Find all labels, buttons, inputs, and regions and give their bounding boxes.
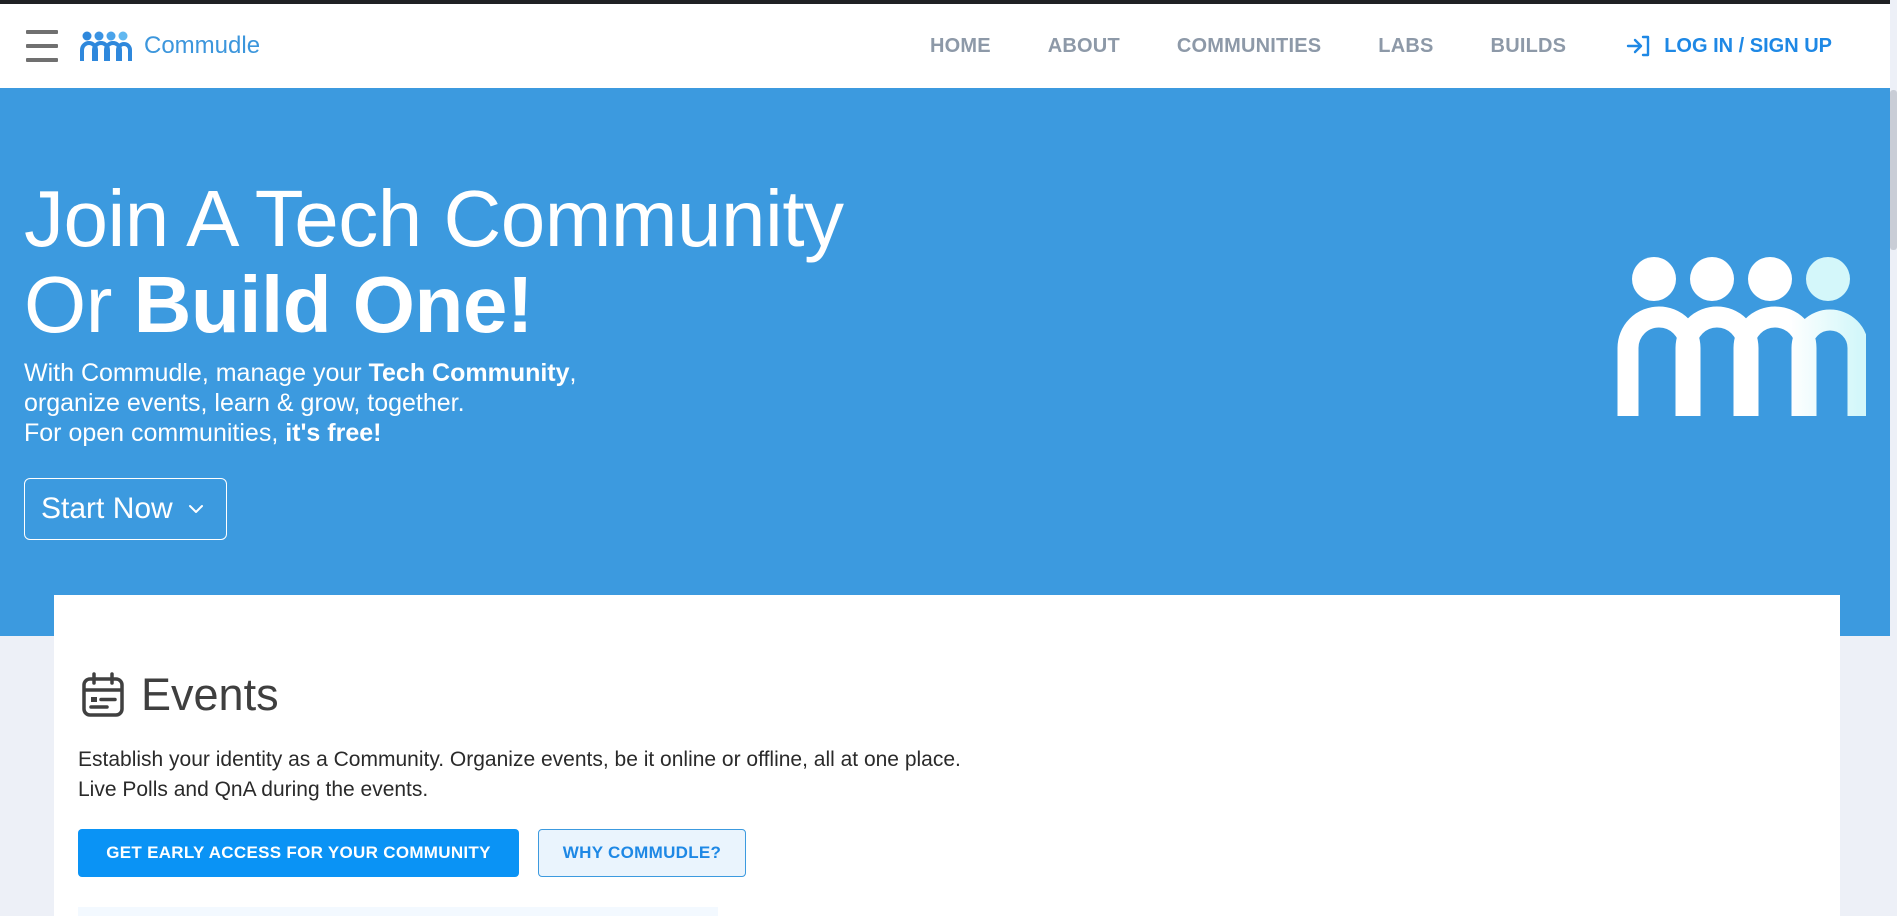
hamburger-menu-icon[interactable] (26, 30, 62, 62)
nav-about[interactable]: ABOUT (1048, 35, 1120, 58)
hero-title-line2-bold: Build One! (133, 260, 534, 349)
hero-sub-line3-bold: it's free! (285, 419, 382, 447)
commudle-logo-icon (80, 31, 132, 61)
start-now-dropdown-button[interactable]: Start Now (24, 478, 227, 540)
hero-sub-line1-suffix: , (569, 359, 577, 387)
hero-title: Join A Tech Community Or Build One! (24, 176, 844, 348)
page: Commudle HOME ABOUT COMMUNITIES LABS BUI… (0, 0, 1897, 916)
login-arrow-icon (1627, 35, 1650, 57)
events-description: Establish your identity as a Community. … (78, 745, 961, 805)
commudle-hero-logo-icon (1617, 257, 1866, 416)
events-card: Events Establish your identity as a Comm… (54, 595, 1840, 916)
brand-link[interactable]: Commudle (80, 30, 260, 62)
events-title: Events (141, 669, 279, 720)
nav-communities[interactable]: COMMUNITIES (1177, 35, 1321, 58)
main-nav: HOME ABOUT COMMUNITIES LABS BUILDS LOG I… (873, 4, 1832, 88)
nav-builds[interactable]: BUILDS (1491, 35, 1567, 58)
menu-bar (26, 44, 58, 48)
events-text-line2: Live Polls and QnA during the events. (78, 778, 429, 801)
get-early-access-button[interactable]: GET EARLY ACCESS FOR YOUR COMMUNITY (78, 829, 519, 877)
hero-sub-line3-prefix: For open communities, (24, 419, 286, 447)
brand-name: Commudle (144, 32, 261, 59)
login-signup-label: LOG IN / SIGN UP (1664, 34, 1832, 57)
hero-sub-line1-bold: Tech Community (368, 359, 570, 387)
start-now-label: Start Now (41, 492, 173, 525)
card-bottom-strip (78, 907, 718, 916)
page-scrollbar[interactable] (1890, 0, 1897, 916)
login-signup-link[interactable]: LOG IN / SIGN UP (1626, 35, 1832, 58)
top-header: Commudle HOME ABOUT COMMUNITIES LABS BUI… (0, 4, 1890, 88)
menu-bar (26, 58, 58, 62)
scrollbar-thumb[interactable] (1890, 90, 1897, 250)
nav-home[interactable]: HOME (930, 35, 991, 58)
events-text-line1: Establish your identity as a Community. … (78, 748, 961, 771)
hero-title-line1: Join A Tech Community (24, 174, 844, 263)
hero-section: Join A Tech Community Or Build One! With… (0, 88, 1890, 636)
hero-title-line2-prefix: Or (24, 260, 134, 349)
calendar-icon (82, 672, 124, 717)
hero-subtitle: With Commudle, manage your Tech Communit… (24, 358, 577, 448)
nav-labs[interactable]: LABS (1378, 35, 1433, 58)
why-commudle-button[interactable]: WHY COMMUDLE? (538, 829, 746, 877)
events-heading: Events (81, 669, 279, 721)
hero-sub-line2: organize events, learn & grow, together. (24, 389, 465, 417)
chevron-down-icon (188, 505, 203, 513)
hero-sub-line1-prefix: With Commudle, manage your (24, 359, 369, 387)
menu-bar (26, 30, 58, 34)
